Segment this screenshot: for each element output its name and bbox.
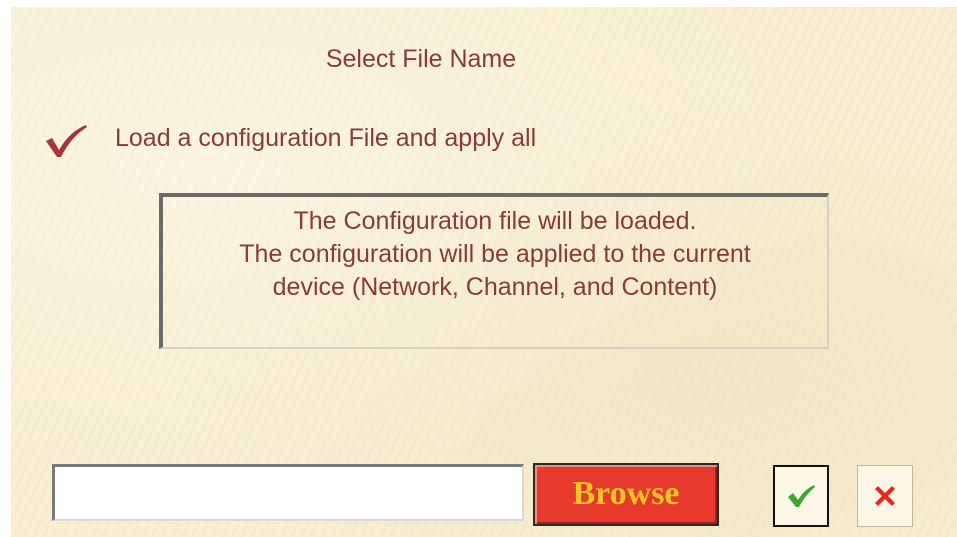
info-box: The Configuration file will be loaded. T… — [159, 193, 829, 349]
info-line-1: The Configuration file will be loaded. — [293, 207, 697, 235]
checkmark-icon[interactable] — [44, 123, 88, 159]
info-line-3: device (Network, Channel, and Content) — [272, 273, 718, 301]
option-label: Load a configuration File and apply all — [115, 124, 537, 152]
ok-button[interactable] — [773, 465, 829, 527]
browse-button[interactable]: Browse — [533, 463, 719, 526]
dialog-panel: Select File Name Load a configuration Fi… — [11, 7, 957, 537]
file-name-input[interactable] — [52, 464, 524, 521]
dialog-title: Select File Name — [325, 45, 517, 73]
info-line-2: The configuration will be applied to the… — [239, 240, 751, 268]
cancel-button[interactable] — [857, 465, 913, 527]
